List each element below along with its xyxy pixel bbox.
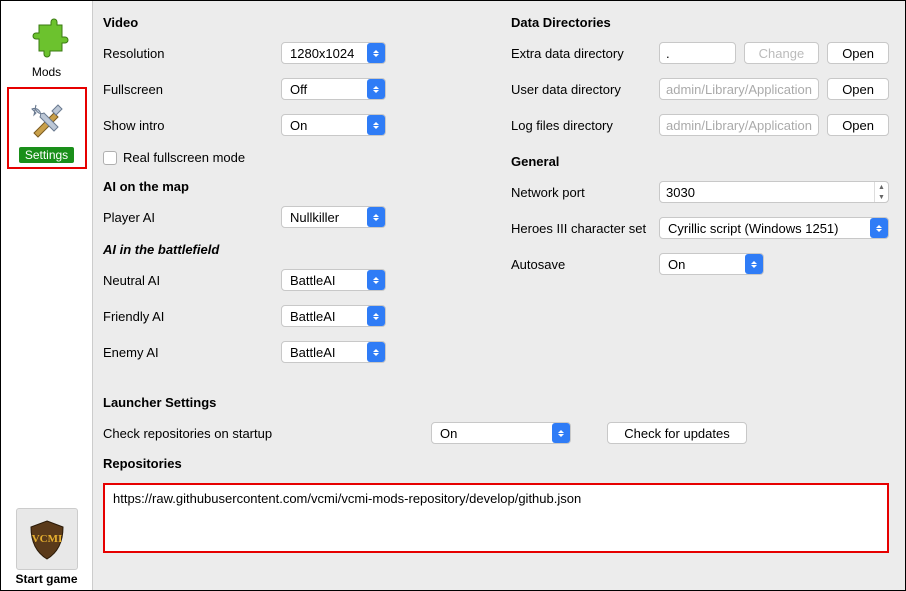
user-dir-input xyxy=(659,78,819,100)
open-extra-button[interactable]: Open xyxy=(827,42,889,64)
chevron-updown-icon xyxy=(367,115,385,135)
sidebar-label-start: Start game xyxy=(15,572,77,586)
sidebar-label-settings: Settings xyxy=(19,147,74,163)
fullscreen-value: Off xyxy=(290,82,307,97)
sidebar-item-mods[interactable]: Mods xyxy=(7,7,87,83)
check-repos-label: Check repositories on startup xyxy=(103,426,423,441)
tools-icon xyxy=(22,95,72,145)
chevron-updown-icon xyxy=(367,79,385,99)
charset-value: Cyrillic script (Windows 1251) xyxy=(668,221,838,236)
sidebar: Mods Settings VCMI Start game xyxy=(1,1,93,590)
real-fullscreen-label: Real fullscreen mode xyxy=(123,150,245,165)
showintro-value: On xyxy=(290,118,307,133)
friendly-ai-select[interactable]: BattleAI xyxy=(281,305,386,327)
repos-title: Repositories xyxy=(103,456,889,471)
showintro-select[interactable]: On xyxy=(281,114,386,136)
charset-label: Heroes III character set xyxy=(511,221,651,236)
shield-icon: VCMI xyxy=(16,508,78,570)
fullscreen-select[interactable]: Off xyxy=(281,78,386,100)
user-dir-label: User data directory xyxy=(511,82,651,97)
resolution-value: 1280x1024 xyxy=(290,46,354,61)
repos-value: https://raw.githubusercontent.com/vcmi/v… xyxy=(113,491,879,506)
neutral-ai-label: Neutral AI xyxy=(103,273,273,288)
col-right: Data Directories Extra data directory Ch… xyxy=(511,11,889,377)
player-ai-select[interactable]: Nullkiller xyxy=(281,206,386,228)
check-updates-button[interactable]: Check for updates xyxy=(607,422,747,444)
general-title: General xyxy=(511,154,889,169)
check-repos-select[interactable]: On xyxy=(431,422,571,444)
autosave-label: Autosave xyxy=(511,257,651,272)
check-repos-value: On xyxy=(440,426,457,441)
enemy-ai-value: BattleAI xyxy=(290,345,336,360)
fullscreen-label: Fullscreen xyxy=(103,82,273,97)
chevron-updown-icon xyxy=(745,254,763,274)
stepper-icon[interactable]: ▲▼ xyxy=(874,182,888,202)
open-log-button[interactable]: Open xyxy=(827,114,889,136)
dirs-title: Data Directories xyxy=(511,15,889,30)
player-ai-value: Nullkiller xyxy=(290,210,339,225)
autosave-value: On xyxy=(668,257,685,272)
sidebar-label-mods: Mods xyxy=(32,65,61,79)
friendly-ai-label: Friendly AI xyxy=(103,309,273,324)
enemy-ai-select[interactable]: BattleAI xyxy=(281,341,386,363)
main-panel: Video Resolution 1280x1024 Fullscreen Of… xyxy=(93,1,905,590)
chevron-updown-icon xyxy=(367,207,385,227)
svg-text:VCMI: VCMI xyxy=(31,533,62,545)
friendly-ai-value: BattleAI xyxy=(290,309,336,324)
chevron-updown-icon xyxy=(367,342,385,362)
log-dir-label: Log files directory xyxy=(511,118,651,133)
real-fullscreen-checkbox[interactable] xyxy=(103,151,117,165)
open-user-button[interactable]: Open xyxy=(827,78,889,100)
player-ai-label: Player AI xyxy=(103,210,273,225)
chevron-updown-icon xyxy=(367,43,385,63)
col-left: Video Resolution 1280x1024 Fullscreen Of… xyxy=(103,11,481,377)
chevron-updown-icon xyxy=(367,270,385,290)
port-value: 3030 xyxy=(660,185,874,200)
change-button: Change xyxy=(744,42,820,64)
resolution-label: Resolution xyxy=(103,46,273,61)
port-input[interactable]: 3030 ▲▼ xyxy=(659,181,889,203)
log-dir-input xyxy=(659,114,819,136)
neutral-ai-select[interactable]: BattleAI xyxy=(281,269,386,291)
ai-map-title: AI on the map xyxy=(103,179,481,194)
charset-select[interactable]: Cyrillic script (Windows 1251) xyxy=(659,217,889,239)
port-label: Network port xyxy=(511,185,651,200)
puzzle-icon xyxy=(22,13,72,63)
launcher-title: Launcher Settings xyxy=(103,395,889,410)
sidebar-item-settings[interactable]: Settings xyxy=(7,87,87,169)
extra-dir-input[interactable] xyxy=(659,42,736,64)
extra-dir-label: Extra data directory xyxy=(511,46,651,61)
enemy-ai-label: Enemy AI xyxy=(103,345,273,360)
video-title: Video xyxy=(103,15,481,30)
repos-textarea[interactable]: https://raw.githubusercontent.com/vcmi/v… xyxy=(103,483,889,553)
chevron-updown-icon xyxy=(367,306,385,326)
chevron-updown-icon xyxy=(870,218,888,238)
resolution-select[interactable]: 1280x1024 xyxy=(281,42,386,64)
neutral-ai-value: BattleAI xyxy=(290,273,336,288)
showintro-label: Show intro xyxy=(103,118,273,133)
autosave-select[interactable]: On xyxy=(659,253,764,275)
ai-battle-title: AI in the battlefield xyxy=(103,242,481,257)
chevron-updown-icon xyxy=(552,423,570,443)
sidebar-item-start-game[interactable]: VCMI Start game xyxy=(7,502,87,590)
